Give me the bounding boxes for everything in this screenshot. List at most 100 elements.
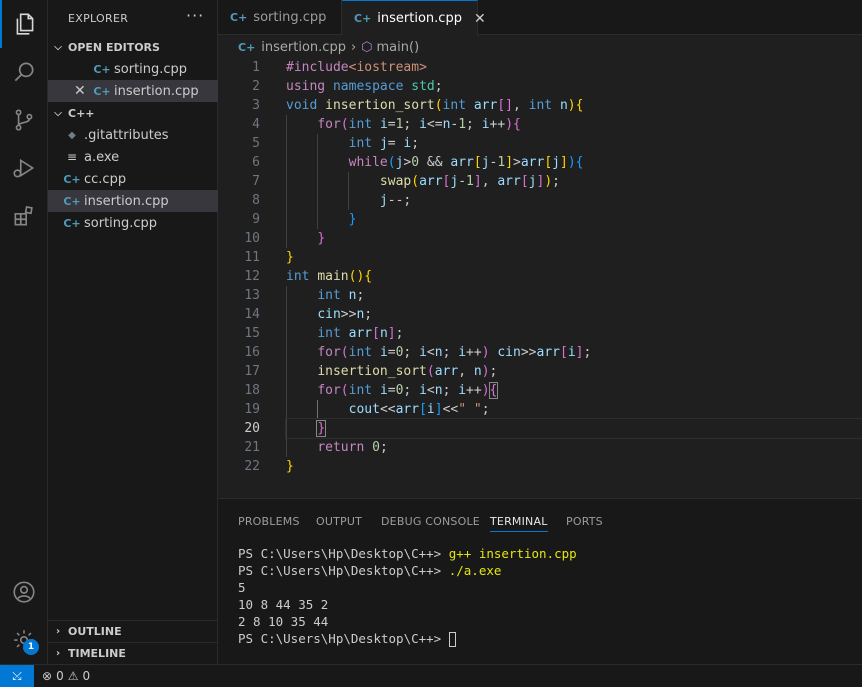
source-control-icon[interactable] bbox=[0, 96, 48, 144]
open-editor-label: sorting.cpp bbox=[114, 61, 188, 77]
code-line: int arr[n]; bbox=[286, 324, 862, 343]
terminal-line: PS C:\Users\Hp\Desktop\C++> bbox=[238, 630, 577, 647]
tab-problems[interactable]: PROBLEMS bbox=[238, 515, 300, 528]
file-label: sorting.cpp bbox=[84, 215, 158, 231]
notification-badge: 1 bbox=[23, 639, 39, 655]
run-debug-icon[interactable] bbox=[0, 144, 48, 192]
code-line: int j= i; bbox=[286, 134, 862, 153]
line-number-gutter: 1 2 3 4 5 6 7 8 9 10 11 12 13 14 15 16 17 18 19 20 21 22 bbox=[218, 58, 260, 476]
cpp-file-icon: C+ bbox=[63, 194, 81, 208]
line-number: 1 bbox=[252, 60, 260, 75]
close-icon[interactable]: ✕ bbox=[74, 83, 86, 99]
chevron-right-icon: › bbox=[55, 648, 61, 659]
code-line: cin>>n; bbox=[286, 305, 862, 324]
explorer-sidebar: EXPLORER ··· ⌵ OPEN EDITORS C+ sorting.c… bbox=[48, 0, 218, 664]
folder-header[interactable]: ⌵ C++ bbox=[48, 102, 218, 124]
code-line-current: } bbox=[285, 418, 862, 439]
tab-debug-console[interactable]: DEBUG CONSOLE bbox=[381, 515, 480, 528]
error-count: 0 bbox=[56, 669, 64, 683]
warning-icon: ⚠ bbox=[67, 669, 79, 683]
cpp-file-icon: C+ bbox=[63, 172, 81, 186]
file-item[interactable]: C+ sorting.cpp bbox=[48, 212, 218, 234]
file-item[interactable]: C+ insertion.cpp bbox=[48, 190, 218, 212]
code-line: return 0; bbox=[286, 438, 862, 457]
code-line: for(int i=0; i<n; i++) cin>>arr[i]; bbox=[286, 343, 862, 362]
cpp-file-icon: C+ bbox=[230, 11, 248, 24]
code-line: void insertion_sort(int arr[], int n){ bbox=[286, 98, 584, 113]
code-line: } bbox=[286, 459, 294, 474]
code-line: } bbox=[286, 250, 294, 265]
line-number: 18 bbox=[244, 383, 260, 398]
open-editor-item[interactable]: C+ sorting.cpp bbox=[48, 58, 218, 80]
tab-sorting[interactable]: C+ sorting.cpp bbox=[218, 0, 342, 35]
breadcrumb-symbol[interactable]: main() bbox=[377, 40, 420, 55]
outline-header[interactable]: › OUTLINE bbox=[48, 620, 218, 642]
line-number: 4 bbox=[252, 117, 260, 132]
open-editors-header[interactable]: ⌵ OPEN EDITORS bbox=[48, 36, 218, 58]
line-number: 16 bbox=[244, 345, 260, 360]
line-number: 11 bbox=[244, 250, 260, 265]
cpp-file-icon: C+ bbox=[63, 216, 81, 230]
code-line: swap(arr[j-1], arr[j]); bbox=[286, 172, 862, 191]
error-icon: ⊗ bbox=[42, 669, 53, 683]
line-number: 6 bbox=[252, 155, 260, 170]
terminal-line: 10 8 44 35 2 bbox=[238, 597, 329, 612]
code-line: for(int i=0; i<n; i++){ bbox=[286, 381, 862, 400]
more-actions-button[interactable]: ··· bbox=[186, 6, 204, 25]
line-number: 9 bbox=[252, 212, 260, 227]
tab-ports[interactable]: PORTS bbox=[566, 515, 603, 528]
close-icon[interactable]: ✕ bbox=[474, 11, 486, 27]
lines-icon: ≡ bbox=[66, 150, 78, 164]
search-icon[interactable] bbox=[0, 48, 48, 96]
line-number: 15 bbox=[244, 326, 260, 341]
remote-icon[interactable]: ⤩ bbox=[0, 664, 34, 687]
extensions-icon[interactable] bbox=[0, 192, 48, 240]
line-number: 21 bbox=[244, 440, 260, 455]
file-item[interactable]: ◆ .gitattributes bbox=[48, 124, 218, 146]
line-number: 10 bbox=[244, 231, 260, 246]
file-item[interactable]: ≡ a.exe bbox=[48, 146, 218, 168]
folder-label: C++ bbox=[68, 106, 95, 120]
code-line: for(int i=1; i<=n-1; i++){ bbox=[286, 115, 862, 134]
diamond-icon: ◆ bbox=[68, 129, 76, 141]
open-editor-label: insertion.cpp bbox=[114, 83, 199, 99]
line-number: 20 bbox=[244, 421, 260, 436]
open-editor-item[interactable]: ✕ C+ insertion.cpp bbox=[48, 80, 218, 102]
line-number: 5 bbox=[252, 136, 260, 151]
code-line: #include<iostream> bbox=[286, 60, 427, 75]
account-icon[interactable] bbox=[0, 568, 48, 616]
cpp-file-icon: C+ bbox=[354, 12, 372, 25]
line-number: 19 bbox=[244, 402, 260, 417]
file-label: .gitattributes bbox=[84, 127, 169, 143]
explorer-icon[interactable] bbox=[0, 0, 48, 48]
file-label: cc.cpp bbox=[84, 171, 127, 187]
code-line: int n; bbox=[286, 286, 862, 305]
tab-output[interactable]: OUTPUT bbox=[316, 515, 362, 528]
terminal-line: PS C:\Users\Hp\Desktop\C++> ./a.exe bbox=[238, 563, 502, 578]
line-number: 3 bbox=[252, 98, 260, 113]
code-line: insertion_sort(arr, n); bbox=[286, 362, 862, 381]
cpp-file-icon: C+ bbox=[238, 40, 256, 54]
code-content[interactable]: #include<iostream> using namespace std; … bbox=[285, 58, 862, 476]
cpp-file-icon: C+ bbox=[93, 62, 111, 76]
chevron-down-icon: ⌵ bbox=[54, 107, 62, 119]
tab-terminal[interactable]: TERMINAL bbox=[490, 515, 548, 532]
cpp-file-icon: C+ bbox=[93, 84, 111, 98]
code-editor[interactable]: 1 2 3 4 5 6 7 8 9 10 11 12 13 14 15 16 17 18 19 20 21 22 #inc… bbox=[218, 58, 862, 498]
timeline-label: TIMELINE bbox=[68, 647, 126, 660]
problems-status[interactable]: ⊗ 0 ⚠ 0 bbox=[42, 669, 90, 683]
line-number: 13 bbox=[244, 288, 260, 303]
code-line: using namespace std; bbox=[286, 79, 443, 94]
settings-gear-icon[interactable]: 1 bbox=[0, 616, 48, 664]
timeline-header[interactable]: › TIMELINE bbox=[48, 642, 218, 664]
tab-insertion[interactable]: C+ insertion.cpp ✕ bbox=[342, 0, 486, 36]
terminal[interactable]: PS C:\Users\Hp\Desktop\C++> g++ insertio… bbox=[238, 545, 577, 647]
file-item[interactable]: C+ cc.cpp bbox=[48, 168, 218, 190]
terminal-line: 5 bbox=[238, 580, 246, 595]
open-editors-label: OPEN EDITORS bbox=[68, 40, 160, 54]
line-number: 2 bbox=[252, 79, 260, 94]
tab-label: insertion.cpp bbox=[377, 11, 462, 26]
explorer-title: EXPLORER bbox=[68, 12, 129, 25]
breadcrumb-file[interactable]: insertion.cpp bbox=[261, 40, 346, 55]
bottom-panel: PROBLEMS OUTPUT DEBUG CONSOLE TERMINAL P… bbox=[218, 498, 862, 664]
